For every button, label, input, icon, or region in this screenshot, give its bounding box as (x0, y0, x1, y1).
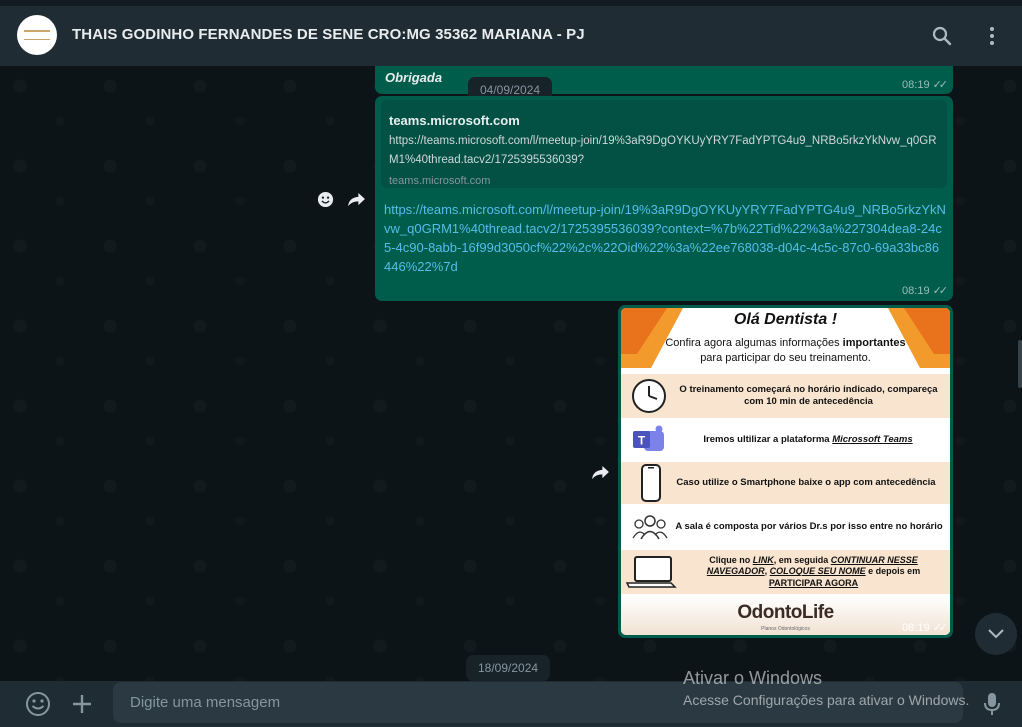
flyer-item-teams: T Iremos ultilizar a plataforma Microsso… (621, 420, 950, 460)
message-link[interactable]: https://teams.microsoft.com/l/meetup-joi… (384, 200, 946, 276)
link-preview-title: teams.microsoft.com (389, 113, 520, 128)
training-flyer-image[interactable]: Olá Dentista ! Confira agora algumas inf… (621, 308, 950, 635)
message-bubble-image[interactable]: Olá Dentista ! Confira agora algumas inf… (618, 305, 953, 638)
chat-header: THAIS GODINHO FERNANDES DE SENE CRO:MG 3… (0, 6, 1022, 66)
search-icon[interactable] (928, 22, 956, 50)
message-text: Obrigada (385, 70, 443, 85)
flyer-title: Olá Dentista ! (733, 311, 838, 328)
double-check-icon: ✓✓ (932, 79, 949, 91)
avatar[interactable] (17, 15, 57, 55)
link-preview-url: https://teams.microsoft.com/l/meetup-joi… (389, 135, 937, 166)
double-check-icon: ✓✓ (932, 285, 949, 297)
message-time: 08:19 ✓✓ (902, 621, 949, 635)
message-composer (0, 681, 1022, 727)
react-emoji-icon[interactable] (312, 186, 338, 212)
flyer-intro: Confira agora algumas informações import… (665, 337, 906, 364)
avatar-logo (24, 30, 50, 40)
people-icon (632, 515, 668, 540)
flyer-item-link: Clique no LINK, em seguida CONTINUAR NES… (621, 550, 950, 594)
message-time: 08:19 ✓✓ (902, 78, 949, 92)
menu-dots-icon[interactable] (978, 22, 1006, 50)
smartphone-icon (641, 464, 661, 502)
clock-icon (632, 379, 666, 413)
contact-name[interactable]: THAIS GODINHO FERNANDES DE SENE CRO:MG 3… (72, 26, 585, 43)
plus-icon[interactable] (68, 690, 96, 718)
odontolife-logo-subtitle: Planos Odontológicos (761, 626, 810, 632)
scroll-down-button[interactable] (975, 613, 1017, 655)
date-chip: 18/09/2024 (466, 655, 551, 681)
forward-icon[interactable] (343, 186, 369, 212)
chat-area[interactable]: Obrigada 08:19 ✓✓ 04/09/2024 teams.micros… (0, 66, 1022, 681)
forward-icon[interactable] (587, 459, 613, 485)
emoji-icon[interactable] (24, 690, 52, 718)
link-preview-domain: teams.microsoft.com (389, 175, 491, 187)
scrollbar-thumb[interactable] (1018, 340, 1022, 388)
flyer-item-clock: O treinamento começará no horário indica… (621, 374, 950, 418)
svg-text:T: T (638, 434, 646, 448)
message-time: 08:19 ✓✓ (902, 284, 949, 298)
link-preview-card[interactable]: teams.microsoft.com https://teams.micros… (381, 100, 947, 188)
flyer-footer: OdontoLife Planos Odontológicos (621, 596, 950, 635)
double-check-icon: ✓✓ (932, 622, 949, 634)
chevron-down-icon (988, 629, 1004, 639)
flyer-item-smartphone: Caso utilize o Smartphone baixe o app co… (621, 462, 950, 504)
laptop-icon (625, 556, 677, 588)
mic-icon[interactable] (981, 690, 1003, 718)
message-bubble-top[interactable]: Obrigada 08:19 ✓✓ (375, 66, 953, 94)
teams-icon: T (633, 425, 664, 451)
odontolife-logo: OdontoLife (737, 602, 834, 623)
message-bubble-link[interactable]: teams.microsoft.com https://teams.micros… (375, 96, 953, 301)
message-input[interactable] (113, 682, 963, 723)
flyer-item-room: A sala é composta por vários Dr.s por is… (621, 506, 950, 548)
